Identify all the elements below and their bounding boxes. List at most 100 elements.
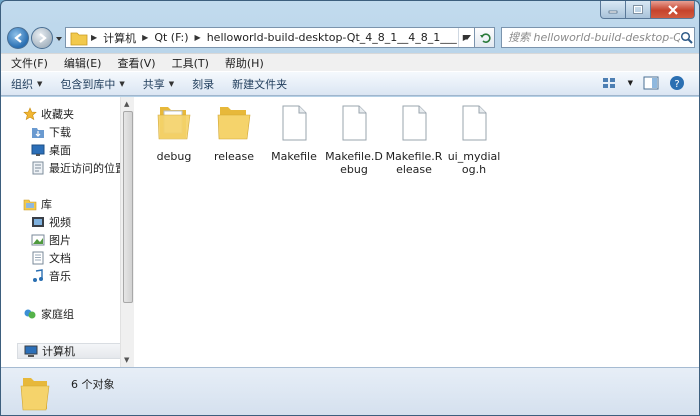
forward-button[interactable] <box>31 27 53 49</box>
nav-downloads[interactable]: 下载 <box>31 124 71 140</box>
file-name: Makefile.Debug <box>325 150 383 176</box>
close-icon <box>667 4 678 15</box>
nav-favorites[interactable]: 收藏夹 <box>23 106 74 122</box>
blank-file-icon <box>402 105 427 141</box>
explorer-window: ▶ 计算机 ▶ Qt (F:) ▶ helloworld-build-deskt… <box>0 0 700 416</box>
nav-label: 计算机 <box>42 345 75 358</box>
downloads-icon <box>32 128 44 138</box>
breadcrumb-separator[interactable]: ▶ <box>192 33 204 42</box>
search-icon[interactable] <box>680 31 694 45</box>
file-name: Makefile.Release <box>385 150 443 176</box>
nav-music[interactable]: 音乐 <box>31 268 71 284</box>
caption-buttons <box>600 1 695 19</box>
back-button[interactable] <box>7 27 29 49</box>
new-folder-button[interactable]: 新建文件夹 <box>232 76 287 92</box>
content-area: 收藏夹 下载 桌面 最近访问的位置 库 视频 图片 文档 音乐 家庭组 计算机 … <box>1 97 699 367</box>
file-item[interactable]: release <box>205 103 263 163</box>
search-box[interactable] <box>501 27 695 48</box>
burn-label: 刻录 <box>192 77 215 91</box>
file-item[interactable]: debug <box>145 103 203 163</box>
search-input[interactable] <box>508 31 680 44</box>
preview-pane-icon[interactable] <box>643 76 659 90</box>
menu-view[interactable]: 查看(V) <box>117 55 155 71</box>
refresh-button[interactable] <box>475 27 495 48</box>
share-button[interactable]: 共享 ▼ <box>143 76 174 92</box>
nav-desktop[interactable]: 桌面 <box>31 142 71 158</box>
computer-icon <box>24 345 38 357</box>
nav-label: 下载 <box>49 126 71 139</box>
file-item[interactable]: ui_mydialog.h <box>445 103 503 176</box>
nav-recent[interactable]: 最近访问的位置 <box>31 160 126 176</box>
file-name: release <box>213 150 255 163</box>
folder-icon <box>70 32 88 45</box>
arrow-right-icon <box>39 33 47 43</box>
view-dropdown-icon[interactable]: ▼ <box>628 79 633 87</box>
svg-text:?: ? <box>674 79 679 90</box>
blank-file-icon <box>342 105 367 141</box>
nav-documents[interactable]: 文档 <box>31 250 71 266</box>
nav-label: 视频 <box>49 216 71 229</box>
address-dropdown-button[interactable] <box>458 28 474 47</box>
address-bar[interactable]: ▶ 计算机 ▶ Qt (F:) ▶ helloworld-build-deskt… <box>65 27 475 48</box>
menu-file[interactable]: 文件(F) <box>11 55 48 71</box>
burn-button[interactable]: 刻录 <box>192 76 214 92</box>
close-button[interactable] <box>651 1 695 19</box>
minimize-icon <box>608 10 618 13</box>
arrow-left-icon <box>14 33 22 43</box>
nav-label: 库 <box>41 198 52 211</box>
breadcrumb-folder[interactable]: helloworld-build-desktop-Qt_4_8_1__4_8_1… <box>204 31 460 44</box>
navigation-row: ▶ 计算机 ▶ Qt (F:) ▶ helloworld-build-deskt… <box>1 23 699 51</box>
blank-file-icon <box>462 105 487 141</box>
maximize-icon <box>633 5 643 14</box>
include-in-library-button[interactable]: 包含到库中 ▼ <box>60 76 124 92</box>
view-controls: ▼ ? <box>602 75 685 91</box>
breadcrumb-separator[interactable]: ▶ <box>88 33 100 42</box>
folder-icon <box>20 378 50 411</box>
nav-label: 收藏夹 <box>41 108 74 121</box>
video-icon <box>32 217 44 227</box>
nav-scrollbar[interactable]: ▲ ▼ <box>120 97 134 367</box>
chevron-down-icon <box>462 34 471 40</box>
desktop-icon <box>31 144 45 156</box>
nav-videos[interactable]: 视频 <box>31 214 71 230</box>
nav-label: 桌面 <box>49 144 71 157</box>
star-icon <box>23 107 37 121</box>
menu-help[interactable]: 帮助(H) <box>225 55 264 71</box>
scrollbar-thumb[interactable] <box>123 111 133 303</box>
file-name: ui_mydialog.h <box>447 150 501 176</box>
menu-tools[interactable]: 工具(T) <box>172 55 209 71</box>
file-item[interactable]: Makefile.Debug <box>325 103 383 176</box>
breadcrumb-separator[interactable]: ▶ <box>139 33 151 42</box>
minimize-button[interactable] <box>600 1 626 19</box>
nav-computer[interactable]: 计算机 <box>17 343 123 359</box>
organize-button[interactable]: 组织 ▼ <box>11 76 42 92</box>
menu-edit[interactable]: 编辑(E) <box>64 55 102 71</box>
scroll-up-icon[interactable]: ▲ <box>124 100 129 108</box>
nav-homegroup[interactable]: 家庭组 <box>23 306 74 322</box>
breadcrumb-computer[interactable]: 计算机 <box>100 30 139 46</box>
navigation-pane: 收藏夹 下载 桌面 最近访问的位置 库 视频 图片 文档 音乐 家庭组 计算机 <box>7 97 126 367</box>
share-label: 共享 <box>142 77 165 91</box>
nav-libraries[interactable]: 库 <box>23 196 52 212</box>
command-bar: 组织 ▼ 包含到库中 ▼ 共享 ▼ 刻录 新建文件夹 ▼ ? <box>1 71 699 96</box>
help-icon[interactable]: ? <box>669 75 685 91</box>
file-name: debug <box>156 150 192 163</box>
nav-label: 音乐 <box>49 270 71 283</box>
picture-icon <box>31 234 45 246</box>
library-icon <box>23 199 37 211</box>
breadcrumb-drive[interactable]: Qt (F:) <box>151 31 191 44</box>
view-options-icon[interactable] <box>602 76 618 90</box>
nav-label: 图片 <box>49 234 71 247</box>
nav-pictures[interactable]: 图片 <box>31 232 71 248</box>
file-item[interactable]: Makefile.Release <box>385 103 443 176</box>
history-dropdown-icon[interactable] <box>55 35 63 43</box>
scroll-down-icon[interactable]: ▼ <box>124 356 129 364</box>
music-icon <box>33 269 43 282</box>
file-list: debug release Makefile Makefile.Debug Ma… <box>141 103 681 223</box>
new-folder-label: 新建文件夹 <box>232 77 288 91</box>
file-item[interactable]: Makefile <box>265 103 323 163</box>
item-count: 6 个对象 <box>71 378 115 391</box>
chevron-down-icon: ▼ <box>37 79 43 88</box>
chevron-down-icon: ▼ <box>168 79 175 88</box>
maximize-button[interactable] <box>626 1 651 19</box>
